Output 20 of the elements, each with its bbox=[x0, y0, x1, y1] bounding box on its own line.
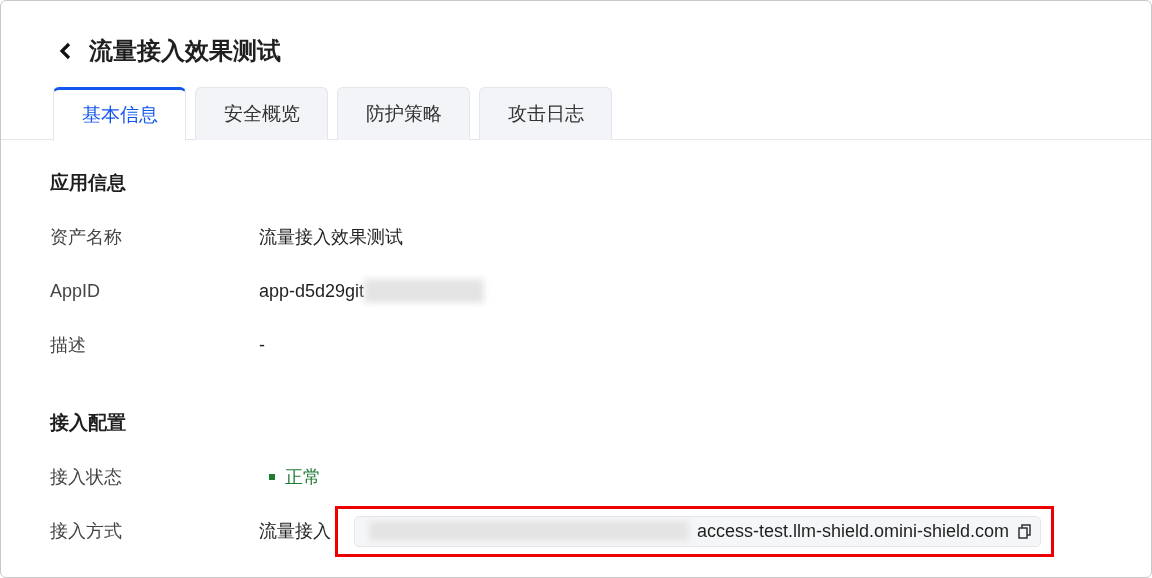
field-value: 流量接入 bbox=[259, 519, 331, 543]
field-value: 流量接入效果测试 bbox=[259, 225, 403, 249]
field-label: 资产名称 bbox=[50, 225, 123, 249]
back-icon[interactable] bbox=[59, 42, 73, 60]
copy-icon[interactable] bbox=[1018, 523, 1032, 539]
field-value: app-d5d29git bbox=[259, 279, 365, 303]
section-title: 接入配置 bbox=[50, 410, 127, 435]
page-title: 流量接入效果测试 bbox=[89, 36, 281, 66]
field-label: 接入方式 bbox=[50, 519, 123, 543]
section-title: 应用信息 bbox=[50, 170, 127, 195]
field-label: AppID bbox=[50, 279, 102, 303]
tab[interactable]: 安全概览 bbox=[195, 87, 328, 140]
field-value: - bbox=[259, 333, 265, 357]
field-label: 接入状态 bbox=[50, 465, 123, 489]
status-text: 正常 bbox=[285, 465, 321, 489]
address-text: access-test.llm-shield.omini-shield.com bbox=[697, 519, 1010, 543]
field-label: 描述 bbox=[50, 333, 87, 357]
tab[interactable]: 防护策略 bbox=[337, 87, 470, 140]
tab[interactable]: 攻击日志 bbox=[479, 87, 612, 140]
tab[interactable]: 基本信息 bbox=[53, 87, 186, 141]
